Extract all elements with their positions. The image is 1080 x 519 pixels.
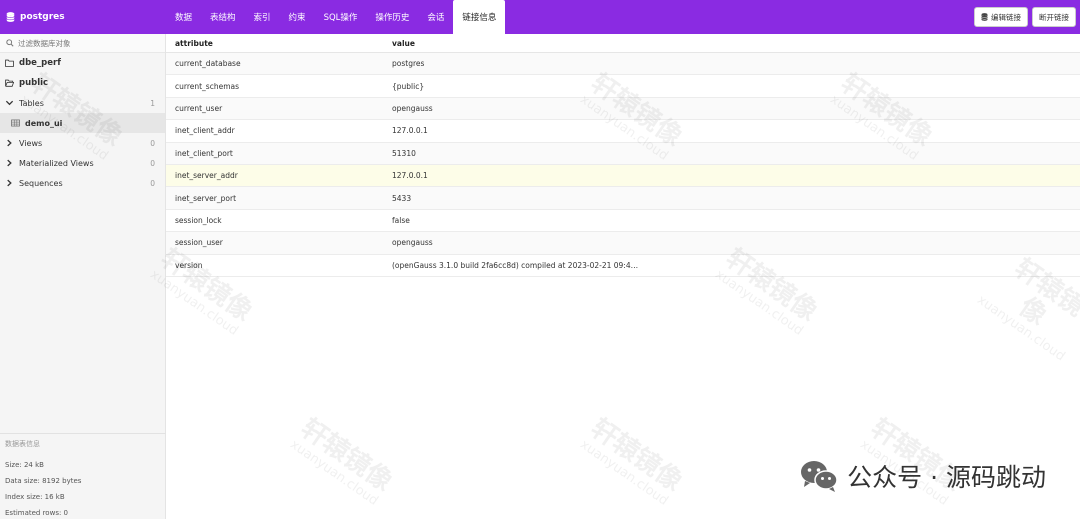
chevron-right-icon [7,139,12,147]
chevron-down-icon [5,100,14,106]
cell-attribute: inet_server_port [175,193,237,203]
cell-value: false [392,215,410,225]
tab-sessions[interactable]: 会话 [418,0,453,34]
database-name: postgres [20,12,65,22]
search-icon [6,39,14,47]
cell-value: 127.0.0.1 [392,126,428,136]
wechat-account-name: 公众号 · 源码跳动 [847,463,1046,492]
database-icon [981,13,988,21]
header-actions: 编辑链接 断开链接 [974,0,1080,34]
table-row[interactable]: session_lock false [166,210,1080,233]
filter-placeholder: 过滤数据库对象 [18,38,71,48]
cell-attribute: session_lock [175,215,222,225]
group-count: 0 [150,178,155,188]
object-filter-input[interactable]: 过滤数据库对象 [0,34,165,53]
disconnect-label: 断开链接 [1039,12,1069,22]
edit-connection-label: 编辑链接 [991,12,1021,22]
cell-attribute: inet_server_addr [175,171,238,181]
table-row[interactable]: session_user opengauss [166,232,1080,255]
group-label: Tables [19,98,44,108]
group-tables[interactable]: Tables 1 [0,93,165,113]
tab-indexes[interactable]: 索引 [245,0,280,34]
table-size: Size: 24 kB [5,461,44,469]
tab-bar: 数据 表结构 索引 约束 SQL操作 操作历史 会话 链接信息 [166,0,506,34]
folder-open-icon [5,79,14,87]
schema-name: public [19,78,49,88]
table-info-title: 数据表信息 [5,440,40,448]
disconnect-button[interactable]: 断开链接 [1032,7,1076,27]
table-index-size: Index size: 16 kB [5,493,65,501]
group-label: Sequences [19,178,63,188]
connection-info-table: attribute value current_database postgres… [166,34,1080,519]
table-body: current_database postgres current_schemas… [166,53,1080,277]
cell-attribute: version [175,260,203,270]
table-info-panel: 数据表信息 Size: 24 kB Data size: 8192 bytes … [0,433,166,519]
schema-public[interactable]: public [0,73,165,93]
group-label: Views [19,138,43,148]
tab-structure[interactable]: 表结构 [201,0,245,34]
chevron-right-icon [7,179,12,187]
group-sequences[interactable]: Sequences 0 [0,173,165,193]
column-header-value[interactable]: value [382,39,1080,48]
cell-attribute: inet_client_port [175,148,233,158]
table-item-demo-ui[interactable]: demo_ui [0,113,165,133]
table-row[interactable]: inet_client_addr 127.0.0.1 [166,120,1080,143]
table-row[interactable]: current_user opengauss [166,97,1080,121]
table-row[interactable]: version (openGauss 3.1.0 build 2fa6cc8d) … [166,255,1080,277]
table-row-highlighted[interactable]: inet_server_addr 127.0.0.1 [166,164,1080,188]
table-row[interactable]: current_database postgres [166,53,1080,76]
group-materialized-views[interactable]: Materialized Views 0 [0,153,165,173]
cell-value: postgres [392,59,425,69]
group-count: 1 [150,98,155,108]
schema-dbe-perf[interactable]: dbe_perf [0,53,165,73]
cell-value: {public} [392,81,425,91]
cell-attribute: current_user [175,103,223,113]
cell-value: opengauss [392,238,433,248]
cell-attribute: inet_client_addr [175,126,235,136]
table-data-size: Data size: 8192 bytes [5,477,82,485]
table-row[interactable]: inet_server_port 5433 [166,187,1080,210]
database-selector[interactable]: postgres [0,0,166,34]
tab-data[interactable]: 数据 [166,0,201,34]
cell-attribute: current_database [175,59,241,69]
group-count: 0 [150,138,155,148]
table-header: attribute value [166,34,1080,53]
table-row[interactable]: inet_client_port 51310 [166,142,1080,165]
group-views[interactable]: Views 0 [0,133,165,153]
table-icon [11,119,20,127]
cell-value: 5433 [392,193,412,203]
tab-history[interactable]: 操作历史 [366,0,418,34]
tab-constraints[interactable]: 约束 [280,0,315,34]
cell-attribute: current_schemas [175,81,240,91]
group-label: Materialized Views [19,158,94,168]
table-name: demo_ui [25,118,63,128]
group-count: 0 [150,158,155,168]
table-row[interactable]: current_schemas {public} [166,75,1080,98]
cell-attribute: session_user [175,238,223,248]
cell-value: (openGauss 3.1.0 build 2fa6cc8d) compile… [392,260,639,270]
wechat-icon [801,461,838,492]
cell-value: 127.0.0.1 [392,171,428,181]
sidebar: 过滤数据库对象 dbe_perf public Tables 1 demo_ui… [0,34,166,519]
cell-value: opengauss [392,103,433,113]
schema-name: dbe_perf [19,58,61,68]
tab-sql[interactable]: SQL操作 [315,0,367,34]
top-bar: postgres 数据 表结构 索引 约束 SQL操作 操作历史 会话 链接信息… [0,0,1080,34]
chevron-right-icon [7,159,12,167]
tab-connection-info[interactable]: 链接信息 [453,0,506,34]
column-header-attribute[interactable]: attribute [166,39,382,48]
database-icon [6,12,15,22]
cell-value: 51310 [392,148,416,158]
table-estimated-rows: Estimated rows: 0 [5,509,69,517]
wechat-account-logo: 公众号 · 源码跳动 [799,458,1046,494]
folder-icon [5,59,14,67]
edit-connection-button[interactable]: 编辑链接 [974,7,1028,27]
